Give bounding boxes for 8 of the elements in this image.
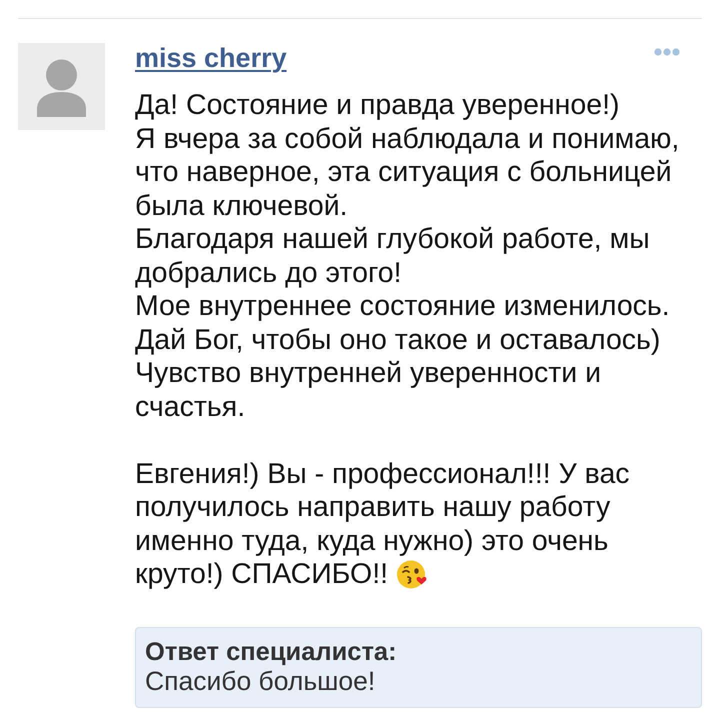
username-link[interactable]: miss cherry [135,43,287,73]
comment-text: круто!) СПАСИБО!! [135,558,388,592]
reply-text: Спасибо большое! [145,666,376,696]
kiss-emoji-icon [397,560,428,590]
avatar-placeholder-icon [18,43,105,130]
more-options-icon[interactable] [654,48,680,56]
comment-text: Да! Состояние и правда уверенное!) Я вчера за собой наблюдала и понимаю, что наверное, эта ситуация с больницей была ключевой. Благодаря нашей глубокой работе, мы добрались до этого! Мое внутреннее состояние изменилось. Дай Бог, чтобы оно такое и оставалось) Чувство внутренней уверенности и счастья. [135,89,680,424]
reply-title: Ответ специалиста: [145,638,397,666]
